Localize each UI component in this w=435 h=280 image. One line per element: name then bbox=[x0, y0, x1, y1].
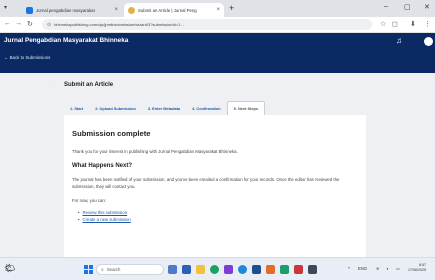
minimize-icon[interactable]: – bbox=[384, 3, 388, 10]
weather-widget-icon[interactable]: 🌤 bbox=[4, 263, 15, 274]
review-submission-link[interactable]: Review this submission bbox=[78, 209, 358, 216]
app-icon-edge[interactable] bbox=[238, 265, 247, 274]
panel-title: Submission complete bbox=[72, 129, 151, 138]
url-text: bhinnekapublishing.com/ojs/jpmb/submissi… bbox=[54, 22, 184, 27]
tab-confirmation[interactable]: 4. Confirmation bbox=[186, 101, 227, 115]
submission-complete-panel: Submission complete Thank you for your i… bbox=[64, 115, 366, 257]
back-to-submissions-link[interactable]: ← Back to Submissions bbox=[4, 55, 50, 60]
for-now-text: For now, you can: bbox=[72, 198, 106, 203]
downloads-icon[interactable]: ⬇ bbox=[410, 20, 416, 28]
tab-title: Submit an Article | Jurnal Peng bbox=[138, 7, 197, 13]
wifi-icon[interactable]: ≋ bbox=[376, 266, 380, 271]
tab-enter-metadata[interactable]: 3. Enter Metadata bbox=[142, 101, 186, 115]
app-icon-explorer[interactable] bbox=[182, 265, 191, 274]
create-new-submission-link[interactable]: Create a new submission bbox=[78, 216, 358, 223]
volume-icon[interactable]: ◖ bbox=[386, 266, 389, 271]
new-tab-button[interactable]: + bbox=[229, 3, 234, 14]
close-tab-icon[interactable]: × bbox=[216, 7, 220, 13]
clock-date: 17/06/2025 bbox=[408, 268, 426, 272]
battery-icon[interactable]: ▭ bbox=[396, 266, 400, 271]
user-profile-icon[interactable] bbox=[424, 37, 433, 46]
next-steps-body: The journal has been notified of your su… bbox=[72, 177, 340, 189]
browser-tab[interactable]: Jurnal pengabdian masyarakat × bbox=[22, 3, 122, 17]
app-icon-word[interactable] bbox=[252, 265, 261, 274]
start-button[interactable] bbox=[84, 265, 93, 274]
tab-favicon-icon bbox=[26, 6, 33, 14]
search-icon: ⌕ bbox=[101, 266, 104, 273]
forward-arrow-icon[interactable]: → bbox=[15, 20, 22, 27]
tab-upload-submission[interactable]: 2. Upload Submission bbox=[89, 101, 142, 115]
next-actions-list: Review this submission Create a new subm… bbox=[72, 209, 358, 223]
app-icon-widgets[interactable] bbox=[168, 265, 177, 274]
page-title: Submit an Article bbox=[64, 82, 114, 88]
app-icon-app8[interactable] bbox=[266, 265, 275, 274]
notification-bell-icon[interactable]: ♫ bbox=[396, 36, 402, 45]
breadcrumb-marker-icon: , bbox=[48, 84, 50, 89]
menu-icon[interactable]: ⋮ bbox=[424, 20, 431, 28]
language-indicator[interactable]: ENG bbox=[358, 266, 367, 271]
back-arrow-icon[interactable]: ← bbox=[4, 20, 11, 27]
app-icon-excel[interactable] bbox=[280, 265, 289, 274]
search-placeholder: Search bbox=[106, 267, 121, 272]
url-input[interactable]: ⊙ bhinnekapublishing.com/ojs/jpmb/submis… bbox=[42, 19, 372, 30]
system-clock[interactable]: 8:57 17/06/2025 bbox=[408, 263, 426, 273]
taskbar-search[interactable]: ⌕ Search bbox=[96, 264, 164, 275]
thanks-text: Thank you for your interest in publishin… bbox=[72, 149, 238, 154]
app-icon-app5[interactable] bbox=[224, 265, 233, 274]
site-title[interactable]: Jurnal Pengabdian Masyarakat Bhinneka bbox=[4, 37, 128, 44]
app-icon-app10[interactable] bbox=[294, 265, 303, 274]
close-window-icon[interactable]: ✕ bbox=[424, 3, 430, 11]
reload-icon[interactable]: ↻ bbox=[27, 20, 33, 28]
site-header: Jurnal Pengabdian Masyarakat Bhinneka ← … bbox=[0, 33, 435, 73]
close-tab-icon[interactable]: × bbox=[114, 7, 118, 13]
profile-icon[interactable]: ◻ bbox=[392, 20, 398, 28]
address-bar: ← → ↻ ⊙ bhinnekapublishing.com/ojs/jpmb/… bbox=[0, 17, 435, 33]
app-icon-chrome[interactable] bbox=[210, 265, 219, 274]
tab-title: Jurnal pengabdian masyarakat bbox=[36, 7, 95, 13]
site-info-icon[interactable]: ⊙ bbox=[47, 22, 51, 28]
bookmark-star-icon[interactable]: ☆ bbox=[380, 20, 386, 28]
browser-tab-active[interactable]: Submit an Article | Jurnal Peng × bbox=[124, 3, 224, 17]
app-icon-app11[interactable] bbox=[308, 265, 317, 274]
tab-start[interactable]: 1. Start bbox=[64, 101, 89, 115]
next-steps-heading: What Happens Next? bbox=[72, 163, 133, 169]
taskbar: 🌤 ⌕ Search ^ ENG ≋ ◖ ▭ 8:57 17/06/2025 bbox=[0, 257, 435, 280]
browser-tab-bar: ▾ Jurnal pengabdian masyarakat × Submit … bbox=[0, 0, 435, 17]
maximize-icon[interactable]: ▢ bbox=[404, 3, 411, 11]
tray-chevron-icon[interactable]: ^ bbox=[348, 266, 350, 271]
tab-menu-icon[interactable]: ▾ bbox=[4, 4, 7, 11]
submission-steps: 1. Start 2. Upload Submission 3. Enter M… bbox=[64, 101, 266, 115]
app-icon-files[interactable] bbox=[196, 265, 205, 274]
tab-next-steps[interactable]: 5. Next Steps bbox=[226, 101, 266, 115]
tab-favicon-icon bbox=[128, 6, 135, 14]
main-content: , Submit an Article 1. Start 2. Upload S… bbox=[0, 73, 435, 257]
